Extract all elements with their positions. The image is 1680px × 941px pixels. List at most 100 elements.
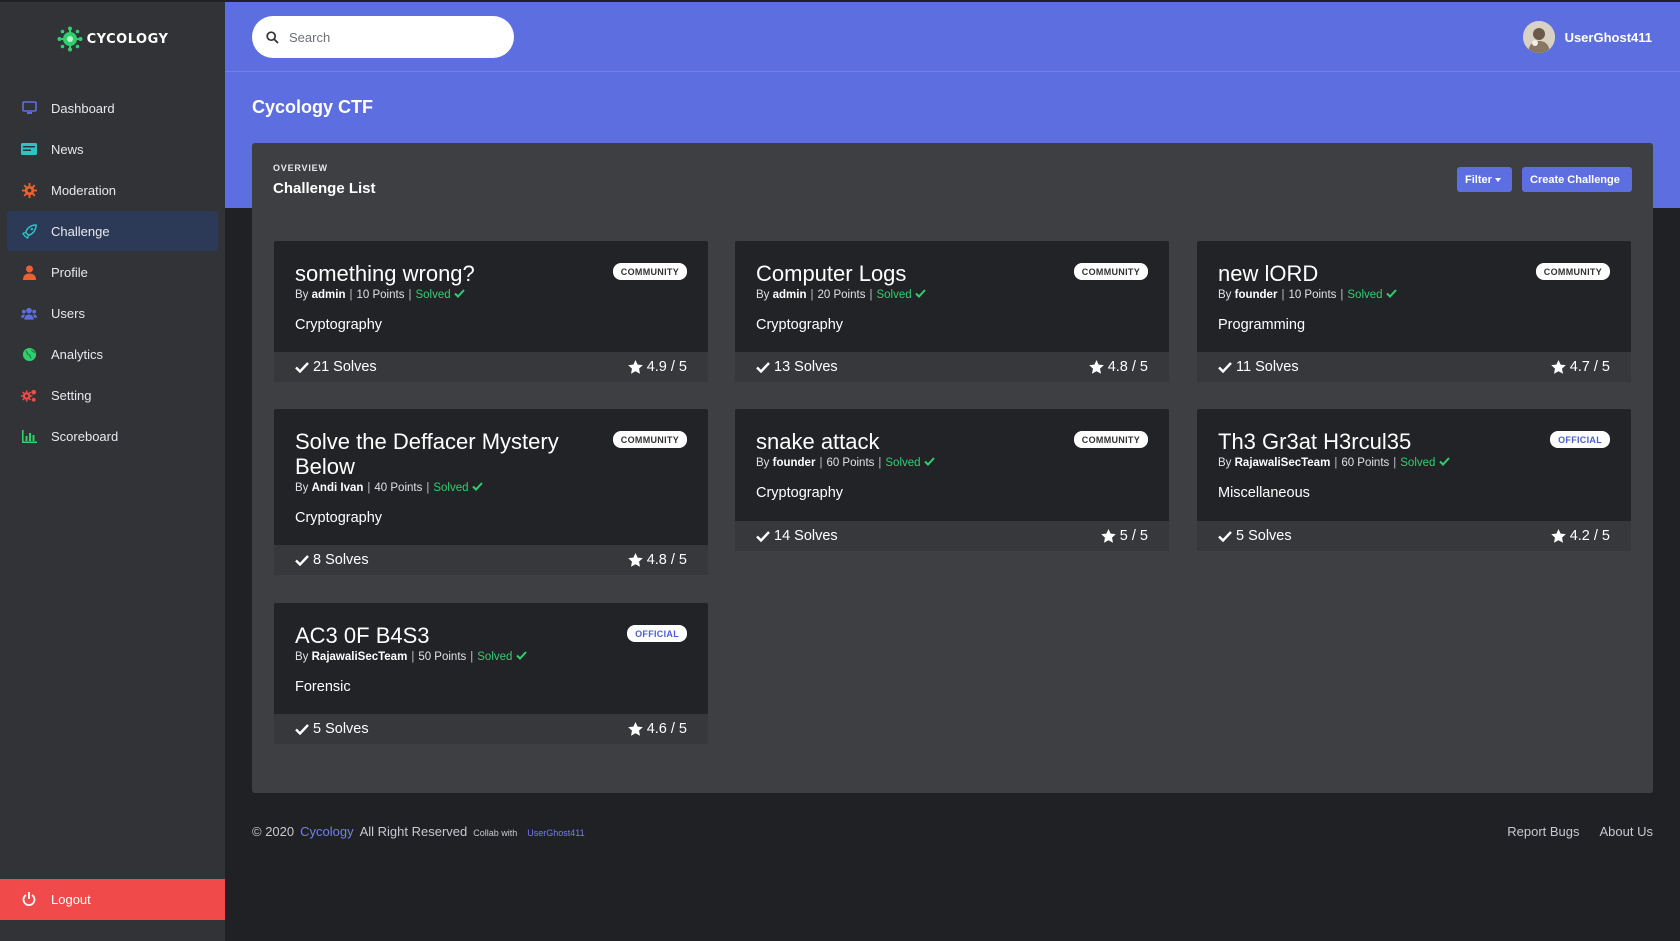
logout-button[interactable]: Logout [0, 879, 225, 920]
challenge-points: 20 Points [817, 289, 866, 301]
copyright-year: © 2020 [252, 824, 295, 839]
power-icon [22, 891, 38, 908]
sidebar-item-label: Profile [51, 264, 88, 280]
sidebar-item-users[interactable]: Users [7, 293, 218, 333]
sidebar-item-label: Users [51, 305, 85, 321]
solved-status: Solved [876, 289, 926, 301]
challenge-meta: By founder | 10 Points | Solved [1218, 289, 1610, 301]
solved-status: Solved [433, 482, 483, 494]
sidebar-item-analytics[interactable]: Analytics [7, 334, 218, 374]
footer-brand-link[interactable]: Cycology [300, 824, 353, 839]
check-icon [1438, 457, 1450, 466]
star-icon [627, 722, 643, 736]
check-icon [756, 530, 770, 542]
challenge-author: RajawaliSecTeam [311, 651, 408, 663]
about-us-link[interactable]: About Us [1600, 824, 1653, 839]
challenge-title: something wrong? [295, 261, 475, 286]
challenge-title: Solve the Deffacer Mystery Below [295, 429, 559, 479]
users-icon [21, 305, 37, 321]
challenge-points: 10 Points [356, 289, 405, 301]
solved-status: Solved [1347, 289, 1397, 301]
rating: 4.8 / 5 [1107, 359, 1148, 375]
solve-count: 5 Solves [313, 721, 369, 737]
search-box[interactable] [252, 16, 514, 58]
challenge-card[interactable]: Computer Logs By admin | 20 Points | Solved … [735, 241, 1169, 382]
sidebar-item-setting[interactable]: Setting [7, 375, 218, 415]
official-badge: OFFICIAL [627, 625, 687, 642]
sidebar-item-moderation[interactable]: Moderation [7, 170, 218, 210]
challenge-author: admin [311, 289, 346, 301]
challenge-points: 50 Points [418, 651, 467, 663]
star-icon [1550, 360, 1566, 374]
star-icon [627, 553, 643, 567]
rocket-icon [21, 223, 37, 239]
sidebar-item-dashboard[interactable]: Dashboard [7, 88, 218, 128]
solve-count: 5 Solves [1236, 528, 1292, 544]
challenge-card[interactable]: new lORD By founder | 10 Points | Solved Pro… [1197, 241, 1631, 382]
challenge-title: AC3 0F B4S3 [295, 623, 430, 648]
sidebar-nav: Dashboard News Moderation Challenge Prof… [0, 88, 225, 456]
solve-count: 21 Solves [313, 359, 377, 375]
community-badge: COMMUNITY [612, 431, 687, 448]
monitor-icon [21, 100, 37, 116]
star-icon [1100, 529, 1116, 543]
challenge-meta: By RajawaliSecTeam | 50 Points | Solved [295, 651, 687, 663]
collab-user-link[interactable]: UserGhost411 [527, 828, 584, 838]
check-icon [454, 289, 465, 298]
challenge-card[interactable]: snake attack By founder | 60 Points | Solved… [735, 409, 1169, 551]
challenge-category: Miscellaneous [1218, 485, 1310, 501]
check-icon [295, 361, 309, 373]
search-input[interactable] [289, 29, 489, 45]
challenge-points: 60 Points [826, 457, 875, 469]
challenge-points: 60 Points [1341, 457, 1390, 469]
community-badge: COMMUNITY [1073, 431, 1148, 448]
filter-label: Filter [1465, 173, 1492, 186]
sidebar-item-label: Dashboard [51, 100, 115, 116]
solved-status: Solved [1400, 457, 1450, 469]
challenge-title: snake attack [756, 429, 880, 454]
rights-text: All Right Reserved [359, 824, 468, 839]
solved-status: Solved [477, 651, 527, 663]
star-icon [1550, 529, 1566, 543]
solved-status: Solved [885, 457, 935, 469]
solve-count: 13 Solves [774, 359, 838, 375]
create-challenge-button[interactable]: Create Challenge [1522, 167, 1632, 192]
challenge-card[interactable]: something wrong? By admin | 10 Points | Solv… [274, 241, 708, 382]
check-icon [295, 723, 309, 735]
brand[interactable]: CYCOLOGY [0, 2, 225, 76]
user-menu[interactable]: UserGhost411 [1522, 21, 1652, 53]
topbar: UserGhost411 [225, 0, 1680, 72]
challenge-category: Cryptography [756, 317, 844, 333]
challenge-card[interactable]: Th3 Gr3at H3rcul35 By RajawaliSecTeam | 60… [1197, 409, 1631, 551]
sidebar-item-profile[interactable]: Profile [7, 252, 218, 292]
challenge-card[interactable]: Solve the Deffacer Mystery Below By Andi… [274, 409, 708, 575]
challenge-card[interactable]: AC3 0F B4S3 By RajawaliSecTeam | 50 Points… [274, 603, 708, 744]
challenge-author: Andi Ivan [311, 482, 364, 494]
check-icon [756, 361, 770, 373]
challenge-author: admin [772, 289, 807, 301]
community-badge: COMMUNITY [1535, 263, 1610, 280]
check-icon [295, 554, 309, 566]
sidebar-item-label: News [51, 141, 84, 157]
challenge-meta: By RajawaliSecTeam | 60 Points | Solved [1218, 457, 1610, 469]
challenge-author: founder [772, 457, 816, 469]
filter-button[interactable]: Filter [1457, 167, 1512, 192]
check-icon [1386, 289, 1397, 298]
rating: 5 / 5 [1119, 528, 1148, 544]
check-icon [1218, 530, 1232, 542]
sidebar-item-scoreboard[interactable]: Scoreboard [7, 416, 218, 456]
sidebar-item-challenge[interactable]: Challenge [7, 211, 218, 251]
challenge-meta: By Andi Ivan | 40 Points | Solved [295, 482, 687, 494]
report-bugs-link[interactable]: Report Bugs [1507, 824, 1579, 839]
check-icon [924, 457, 935, 466]
challenge-title: new lORD [1218, 261, 1319, 286]
virus-logo-icon [57, 26, 83, 52]
challenge-points: 10 Points [1288, 289, 1337, 301]
official-badge: OFFICIAL [1550, 431, 1610, 448]
challenge-points: 40 Points [374, 482, 423, 494]
challenge-category: Forensic [295, 679, 351, 695]
rating: 4.6 / 5 [646, 721, 687, 737]
check-icon [1218, 361, 1232, 373]
panel-title: Challenge List [273, 180, 376, 197]
sidebar-item-news[interactable]: News [7, 129, 218, 169]
